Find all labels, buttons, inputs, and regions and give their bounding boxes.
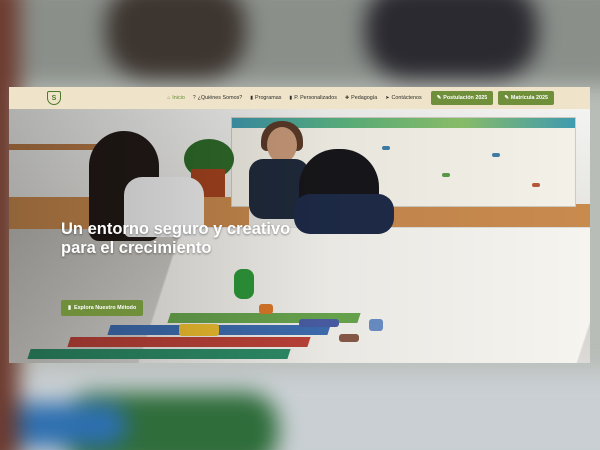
postulacion-button[interactable]: ✎ Postulación 2025 xyxy=(430,91,494,105)
cta-label: Matrícula 2025 xyxy=(510,95,548,101)
website-screenshot: S ⌂ Inicio ? ¿Quiénes Somos? ▮ Programas… xyxy=(9,87,590,363)
home-icon: ⌂ xyxy=(167,95,171,101)
matricula-button[interactable]: ✎ Matrícula 2025 xyxy=(498,91,554,105)
nav-label: Inicio xyxy=(172,95,185,101)
nav-item-programas[interactable]: ▮ Programas xyxy=(250,95,281,101)
pencil-icon: ✎ xyxy=(436,95,442,101)
explore-method-button[interactable]: ▮ Explora Nuestro Método xyxy=(61,300,144,316)
site-header: S ⌂ Inicio ? ¿Quiénes Somos? ▮ Programas… xyxy=(9,87,590,109)
nav-label: ¿Quiénes Somos? xyxy=(197,95,243,101)
nav-item-contactenos[interactable]: ➤ Contáctenos xyxy=(385,95,421,101)
nav-label: Contáctenos xyxy=(391,95,422,101)
school-logo[interactable]: S xyxy=(47,91,61,105)
puzzle-icon: ✚ xyxy=(344,95,350,101)
nav-label: Pedagogía xyxy=(351,95,378,101)
nav-item-quienes-somos[interactable]: ? ¿Quiénes Somos? xyxy=(193,95,242,101)
nav-item-inicio[interactable]: ⌂ Inicio xyxy=(167,95,185,101)
book-icon: ▮ xyxy=(289,95,293,101)
nav-item-p-personalizados[interactable]: ▮ P. Personalizados xyxy=(289,95,337,101)
pencil-icon: ✎ xyxy=(504,95,509,101)
cta-label: Postulación 2025 xyxy=(443,95,488,101)
hero-title: Un entorno seguro y creativo para el cre… xyxy=(61,220,291,257)
hero-section: Un entorno seguro y creativo para el cre… xyxy=(61,220,321,316)
main-nav: ⌂ Inicio ? ¿Quiénes Somos? ▮ Programas ▮… xyxy=(167,95,422,101)
book-icon: ▮ xyxy=(250,95,254,101)
page: S ⌂ Inicio ? ¿Quiénes Somos? ▮ Programas… xyxy=(0,0,600,450)
question-icon: ? xyxy=(192,95,196,101)
nav-item-pedagogia[interactable]: ✚ Pedagogía xyxy=(345,95,377,101)
nav-label: Programas xyxy=(255,95,282,101)
logo-text: S xyxy=(51,94,57,102)
nav-label: P. Personalizados xyxy=(294,95,337,101)
book-icon: ▮ xyxy=(68,305,71,311)
hero-button-label: Explora Nuestro Método xyxy=(73,305,137,311)
header-cta-group: ✎ Postulación 2025 ✎ Matrícula 2025 xyxy=(430,91,554,105)
paper-plane-icon: ➤ xyxy=(385,95,390,101)
